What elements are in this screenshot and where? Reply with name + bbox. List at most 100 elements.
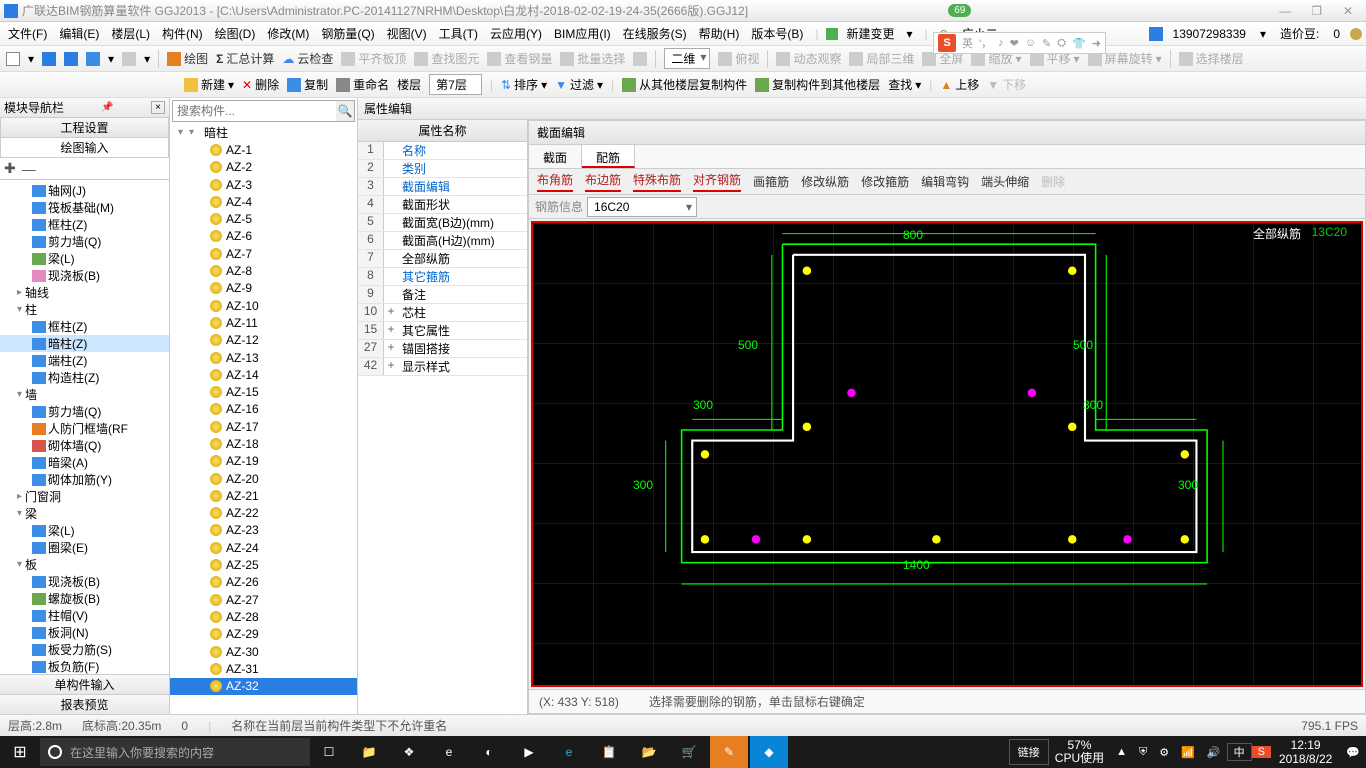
tray-sogou-icon[interactable]: S xyxy=(1252,746,1271,758)
nav-close-icon[interactable]: × xyxy=(151,101,165,114)
list-item[interactable]: AZ-6 xyxy=(170,228,357,245)
tray-icon-4[interactable]: 📶 xyxy=(1175,746,1201,759)
cloud-check-button[interactable]: ☁云检查 xyxy=(282,50,333,67)
copy-component-button[interactable]: 复制 xyxy=(287,76,328,93)
nav-tree-item[interactable]: 暗梁(A) xyxy=(0,454,169,471)
menu-floor[interactable]: 楼层(L) xyxy=(107,23,154,44)
editor-cmd[interactable]: 修改纵筋 xyxy=(801,173,849,190)
editor-cmd[interactable]: 对齐钢筋 xyxy=(693,171,741,192)
property-row[interactable]: 4截面形状 xyxy=(358,196,527,214)
editor-cmd[interactable]: 编辑弯钩 xyxy=(921,173,969,190)
nav-tree-item[interactable]: ▾梁 xyxy=(0,505,169,522)
nav-tree-item[interactable]: 人防门框墙(RF xyxy=(0,420,169,437)
save-icon[interactable] xyxy=(64,52,78,66)
tray-cpu[interactable]: 57%CPU使用 xyxy=(1049,739,1110,765)
component-list[interactable]: ▾▾暗柱AZ-1AZ-2AZ-3AZ-4AZ-5AZ-6AZ-7AZ-8AZ-9… xyxy=(170,124,357,714)
nav-tree-item[interactable]: 现浇板(B) xyxy=(0,267,169,284)
find-component-button[interactable]: 查找▾ xyxy=(888,76,921,93)
floor-select[interactable]: 第7层 xyxy=(429,74,482,95)
list-item[interactable]: AZ-5 xyxy=(170,210,357,227)
close-icon[interactable]: ✕ xyxy=(1334,4,1362,18)
taskbar-app-7[interactable]: 📂 xyxy=(630,736,668,768)
list-item[interactable]: AZ-32 xyxy=(170,678,357,695)
property-row[interactable]: 9备注 xyxy=(358,286,527,304)
draw-button[interactable]: 绘图 xyxy=(167,50,208,67)
list-item[interactable]: AZ-13 xyxy=(170,349,357,366)
ime-gear-icon[interactable]: ⛭ xyxy=(1057,37,1066,50)
menu-draw[interactable]: 绘图(D) xyxy=(211,23,260,44)
nav-tree-item[interactable]: 柱帽(V) xyxy=(0,607,169,624)
nav-tree-item[interactable]: 板负筋(F) xyxy=(0,658,169,674)
nav-tree-item[interactable]: 板洞(N) xyxy=(0,624,169,641)
ime-shirt-icon[interactable]: 👕 xyxy=(1072,37,1086,50)
nav-tab-project[interactable]: 工程设置 xyxy=(0,118,169,138)
copy-to-floor-button[interactable]: 复制构件到其他楼层 xyxy=(755,76,880,93)
menu-cloud[interactable]: 云应用(Y) xyxy=(486,23,546,44)
property-row[interactable]: 7全部纵筋 xyxy=(358,250,527,268)
new-file-icon[interactable] xyxy=(6,52,20,66)
editor-cmd[interactable]: 布角筋 xyxy=(537,171,573,192)
menu-version[interactable]: 版本号(B) xyxy=(747,23,807,44)
move-up-button[interactable]: ▲上移 xyxy=(940,76,979,93)
list-item[interactable]: AZ-14 xyxy=(170,366,357,383)
delete-component-button[interactable]: ✕删除 xyxy=(242,76,279,93)
list-item[interactable]: AZ-7 xyxy=(170,245,357,262)
menu-view[interactable]: 视图(V) xyxy=(383,23,431,44)
list-item[interactable]: AZ-20 xyxy=(170,470,357,487)
menu-file[interactable]: 文件(F) xyxy=(4,23,51,44)
new-component-button[interactable]: 新建▾ xyxy=(184,76,234,93)
menu-help[interactable]: 帮助(H) xyxy=(695,23,744,44)
list-item[interactable]: AZ-2 xyxy=(170,159,357,176)
property-row[interactable]: 27+锚固搭接 xyxy=(358,340,527,358)
editor-cmd[interactable]: 画箍筋 xyxy=(753,173,789,190)
redo-icon[interactable] xyxy=(122,52,136,66)
rebar-info-select[interactable]: 16C20 xyxy=(587,197,697,217)
list-item[interactable]: AZ-25 xyxy=(170,556,357,573)
ime-lang[interactable]: 英 xyxy=(962,35,973,51)
property-row[interactable]: 8其它箍筋 xyxy=(358,268,527,286)
property-row[interactable]: 1名称 xyxy=(358,142,527,160)
nav-tree-item[interactable]: 轴网(J) xyxy=(0,182,169,199)
list-item[interactable]: AZ-9 xyxy=(170,280,357,297)
ime-pen-icon[interactable]: ✎ xyxy=(1042,37,1051,50)
taskbar-app-8[interactable]: 🛒 xyxy=(670,736,708,768)
list-item[interactable]: AZ-4 xyxy=(170,193,357,210)
list-item[interactable]: AZ-11 xyxy=(170,314,357,331)
taskbar-edge[interactable]: e xyxy=(550,736,588,768)
tray-icon-1[interactable]: ▲ xyxy=(1110,746,1133,758)
list-item[interactable]: AZ-28 xyxy=(170,608,357,625)
notification-badge[interactable]: 69 xyxy=(948,4,971,17)
ime-heart-icon[interactable]: ❤ xyxy=(1010,37,1019,50)
list-item[interactable]: AZ-18 xyxy=(170,435,357,452)
find-map-button[interactable]: 查找图元 xyxy=(414,50,479,67)
menu-tools[interactable]: 工具(T) xyxy=(435,23,482,44)
menu-modify[interactable]: 修改(M) xyxy=(263,23,313,44)
filter-button[interactable]: ▼过滤▾ xyxy=(555,76,603,93)
menu-component[interactable]: 构件(N) xyxy=(158,23,207,44)
ime-face-icon[interactable]: ☺ xyxy=(1025,37,1036,49)
nav-icon-collapse[interactable]: — xyxy=(22,161,36,177)
taskbar-app-10[interactable]: ◆ xyxy=(750,736,788,768)
nav-tree-item[interactable]: 暗柱(Z) xyxy=(0,335,169,352)
nav-tree-item[interactable]: ▾板 xyxy=(0,556,169,573)
taskbar-app-2[interactable]: ❖ xyxy=(390,736,428,768)
start-button[interactable]: ⊞ xyxy=(0,742,40,762)
nav-tree[interactable]: 轴网(J)筏板基础(M)框柱(Z)剪力墙(Q)梁(L)现浇板(B)▸轴线▾柱框柱… xyxy=(0,180,169,674)
move-down-button[interactable]: ▼下移 xyxy=(987,76,1026,93)
nav-tree-item[interactable]: 剪力墙(Q) xyxy=(0,233,169,250)
property-row[interactable]: 6截面高(H边)(mm) xyxy=(358,232,527,250)
property-row[interactable]: 5截面宽(B边)(mm) xyxy=(358,214,527,232)
list-item[interactable]: AZ-8 xyxy=(170,262,357,279)
list-item[interactable]: AZ-17 xyxy=(170,418,357,435)
dynamic-observe-button[interactable]: 动态观察 xyxy=(776,50,841,67)
nav-tree-item[interactable]: ▾柱 xyxy=(0,301,169,318)
nav-tab-report[interactable]: 报表预览 xyxy=(0,694,169,714)
list-item[interactable]: AZ-15 xyxy=(170,383,357,400)
list-item[interactable]: AZ-22 xyxy=(170,505,357,522)
list-header[interactable]: ▾▾暗柱 xyxy=(170,124,357,141)
nav-tab-single[interactable]: 单构件输入 xyxy=(0,674,169,694)
taskbar-app-9[interactable]: ✎ xyxy=(710,736,748,768)
notification-center-icon[interactable]: 💬 xyxy=(1340,746,1366,759)
copy-from-floor-button[interactable]: 从其他楼层复制构件 xyxy=(622,76,747,93)
ime-toolbar[interactable]: S 英 '， ♪ ❤ ☺ ✎ ⛭ 👕 ➜ xyxy=(933,32,1106,54)
